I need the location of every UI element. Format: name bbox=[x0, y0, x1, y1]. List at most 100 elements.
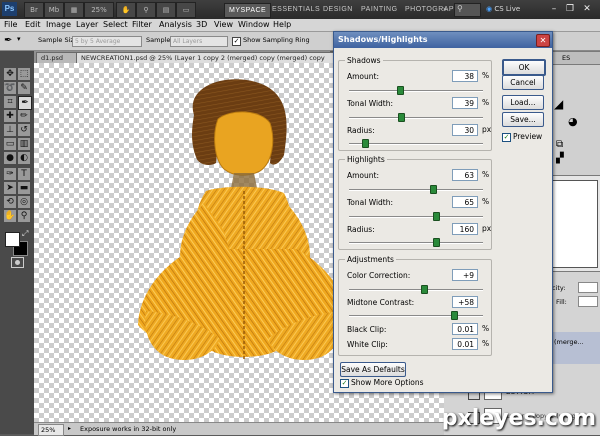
crop-tool-icon[interactable]: ⌗ bbox=[4, 96, 16, 108]
brush-tool-icon[interactable]: ✏ bbox=[18, 110, 30, 122]
zoom-level-select[interactable]: 25% bbox=[84, 2, 114, 18]
selective-color-icon[interactable]: ▞ bbox=[556, 153, 564, 164]
menu-select[interactable]: Select bbox=[103, 19, 128, 31]
highlights-tonal-width-slider[interactable] bbox=[433, 212, 441, 221]
quick-mask-icon[interactable] bbox=[11, 257, 24, 268]
fill-input[interactable] bbox=[578, 296, 598, 307]
sample-size-select[interactable]: 5 by 5 Average bbox=[72, 36, 142, 47]
3d-rotate-tool-icon[interactable]: ⟲ bbox=[4, 196, 16, 208]
menu-help[interactable]: Help bbox=[273, 19, 291, 31]
menu-filter[interactable]: Filter bbox=[132, 19, 152, 31]
shadows-tonal-width-track[interactable] bbox=[349, 117, 483, 119]
path-selection-tool-icon[interactable]: ➤ bbox=[4, 182, 16, 194]
foreground-color-swatch[interactable] bbox=[5, 232, 20, 247]
highlights-radius-input[interactable]: 160 bbox=[452, 223, 478, 235]
menu-layer[interactable]: Layer bbox=[76, 19, 98, 31]
eraser-tool-icon[interactable]: ▭ bbox=[4, 138, 16, 150]
eyedropper-icon[interactable]: ✒ bbox=[4, 35, 12, 46]
close-icon[interactable]: ✕ bbox=[581, 3, 593, 15]
menu-3d[interactable]: 3D bbox=[196, 19, 207, 31]
status-arrow-icon[interactable]: ▸ bbox=[68, 424, 78, 434]
screen-mode-button[interactable]: ▭ bbox=[176, 2, 196, 18]
opacity-input[interactable] bbox=[578, 282, 598, 293]
highlights-radius-track[interactable] bbox=[349, 242, 483, 244]
highlights-amount-slider[interactable] bbox=[430, 185, 438, 194]
shadows-radius-input[interactable]: 30 bbox=[452, 124, 478, 136]
blur-tool-icon[interactable]: ● bbox=[4, 152, 16, 164]
view-extras-button[interactable]: ▦ bbox=[64, 2, 84, 18]
move-tool-icon[interactable]: ✥ bbox=[4, 68, 16, 80]
restore-icon[interactable]: ❐ bbox=[564, 3, 576, 15]
color-correction-input[interactable]: +9 bbox=[452, 269, 478, 281]
menu-image[interactable]: Image bbox=[46, 19, 71, 31]
zoom-tool-button[interactable]: ⚲ bbox=[136, 2, 156, 18]
clone-stamp-tool-icon[interactable]: ⊥ bbox=[4, 124, 16, 136]
channel-mixer-icon[interactable]: ◕ bbox=[568, 115, 578, 128]
workspace-essentials[interactable]: ESSENTIALS bbox=[272, 3, 320, 16]
curves-icon[interactable]: ◢ bbox=[554, 97, 563, 111]
eyedropper-tool-icon[interactable]: ✒ bbox=[18, 96, 32, 110]
minimize-icon[interactable]: – bbox=[548, 3, 560, 15]
highlights-tonal-width-track[interactable] bbox=[349, 216, 483, 218]
workspace-design[interactable]: DESIGN bbox=[323, 3, 353, 16]
marquee-tool-icon[interactable]: ⬚ bbox=[18, 68, 30, 80]
swap-colors-icon[interactable]: ⤢ bbox=[22, 229, 28, 239]
shadows-radius-slider[interactable] bbox=[362, 139, 370, 148]
more-workspaces-icon[interactable]: » bbox=[443, 3, 447, 16]
highlights-amount-input[interactable]: 63 bbox=[452, 169, 478, 181]
arrange-documents-button[interactable]: ▤ bbox=[156, 2, 176, 18]
shadows-amount-track[interactable] bbox=[349, 90, 483, 92]
preview-checkbox[interactable]: ✓ bbox=[502, 133, 511, 142]
save-button[interactable]: Save... bbox=[502, 112, 544, 127]
show-sampling-ring-checkbox[interactable]: ✓ bbox=[232, 37, 241, 46]
show-more-options-checkbox[interactable]: ✓ bbox=[340, 379, 349, 388]
status-zoom-field[interactable]: 25% bbox=[38, 424, 64, 436]
shadows-tonal-width-input[interactable]: 39 bbox=[452, 97, 478, 109]
shadows-tonal-width-slider[interactable] bbox=[398, 113, 406, 122]
lasso-tool-icon[interactable]: ➰ bbox=[4, 82, 16, 94]
black-clip-input[interactable]: 0.01 bbox=[452, 323, 478, 335]
save-as-defaults-button[interactable]: Save As Defaults bbox=[340, 362, 406, 377]
type-tool-icon[interactable]: T bbox=[18, 168, 30, 180]
hand-tool-button[interactable]: ✋ bbox=[116, 2, 136, 18]
mini-bridge-button[interactable]: Mb bbox=[44, 2, 64, 18]
dodge-tool-icon[interactable]: ◐ bbox=[18, 152, 30, 164]
highlights-tonal-width-input[interactable]: 65 bbox=[452, 196, 478, 208]
history-brush-tool-icon[interactable]: ↺ bbox=[18, 124, 30, 136]
search-input[interactable]: ⚲ bbox=[454, 3, 481, 17]
workspace-myspace[interactable]: MYSPACE bbox=[224, 3, 272, 18]
ok-button[interactable]: OK bbox=[502, 59, 546, 76]
menu-window[interactable]: Window bbox=[238, 19, 270, 31]
bridge-button[interactable]: Br bbox=[24, 2, 44, 18]
load-button[interactable]: Load... bbox=[502, 95, 544, 110]
color-correction-track[interactable] bbox=[349, 289, 483, 291]
pen-tool-icon[interactable]: ✑ bbox=[4, 168, 16, 180]
cancel-button[interactable]: Cancel bbox=[502, 75, 544, 90]
gradient-map-icon[interactable]: ⧉ bbox=[556, 139, 563, 150]
shadows-amount-slider[interactable] bbox=[396, 86, 404, 95]
hand-tool-icon[interactable]: ✋ bbox=[4, 210, 16, 222]
shadows-amount-input[interactable]: 38 bbox=[452, 70, 478, 82]
gradient-tool-icon[interactable]: ▥ bbox=[18, 138, 30, 150]
midtone-contrast-slider[interactable] bbox=[450, 311, 458, 320]
quick-select-tool-icon[interactable]: ✎ bbox=[18, 82, 30, 94]
zoom-tool-icon[interactable]: ⚲ bbox=[18, 210, 30, 222]
tool-preset-chevron-icon[interactable]: ▾ bbox=[17, 35, 21, 43]
menu-edit[interactable]: Edit bbox=[25, 19, 41, 31]
white-clip-input[interactable]: 0.01 bbox=[452, 338, 478, 350]
selected-layer-row[interactable]: (merge... bbox=[552, 332, 600, 364]
dialog-close-icon[interactable]: ✕ bbox=[536, 34, 550, 47]
highlights-radius-slider[interactable] bbox=[433, 238, 441, 247]
shadows-radius-track[interactable] bbox=[349, 143, 483, 145]
panel-tab-label[interactable]: ES bbox=[562, 52, 570, 64]
midtone-contrast-input[interactable]: +58 bbox=[452, 296, 478, 308]
sample-select[interactable]: All Layers bbox=[170, 36, 228, 47]
cs-live-button[interactable]: ◉ CS Live bbox=[486, 3, 520, 15]
healing-brush-tool-icon[interactable]: ✚ bbox=[4, 110, 16, 122]
color-correction-slider[interactable] bbox=[421, 285, 429, 294]
menu-analysis[interactable]: Analysis bbox=[159, 19, 192, 31]
shape-tool-icon[interactable]: ▬ bbox=[18, 182, 30, 194]
highlights-amount-track[interactable] bbox=[349, 189, 483, 191]
workspace-painting[interactable]: PAINTING bbox=[361, 3, 398, 16]
midtone-contrast-track[interactable] bbox=[349, 315, 483, 317]
